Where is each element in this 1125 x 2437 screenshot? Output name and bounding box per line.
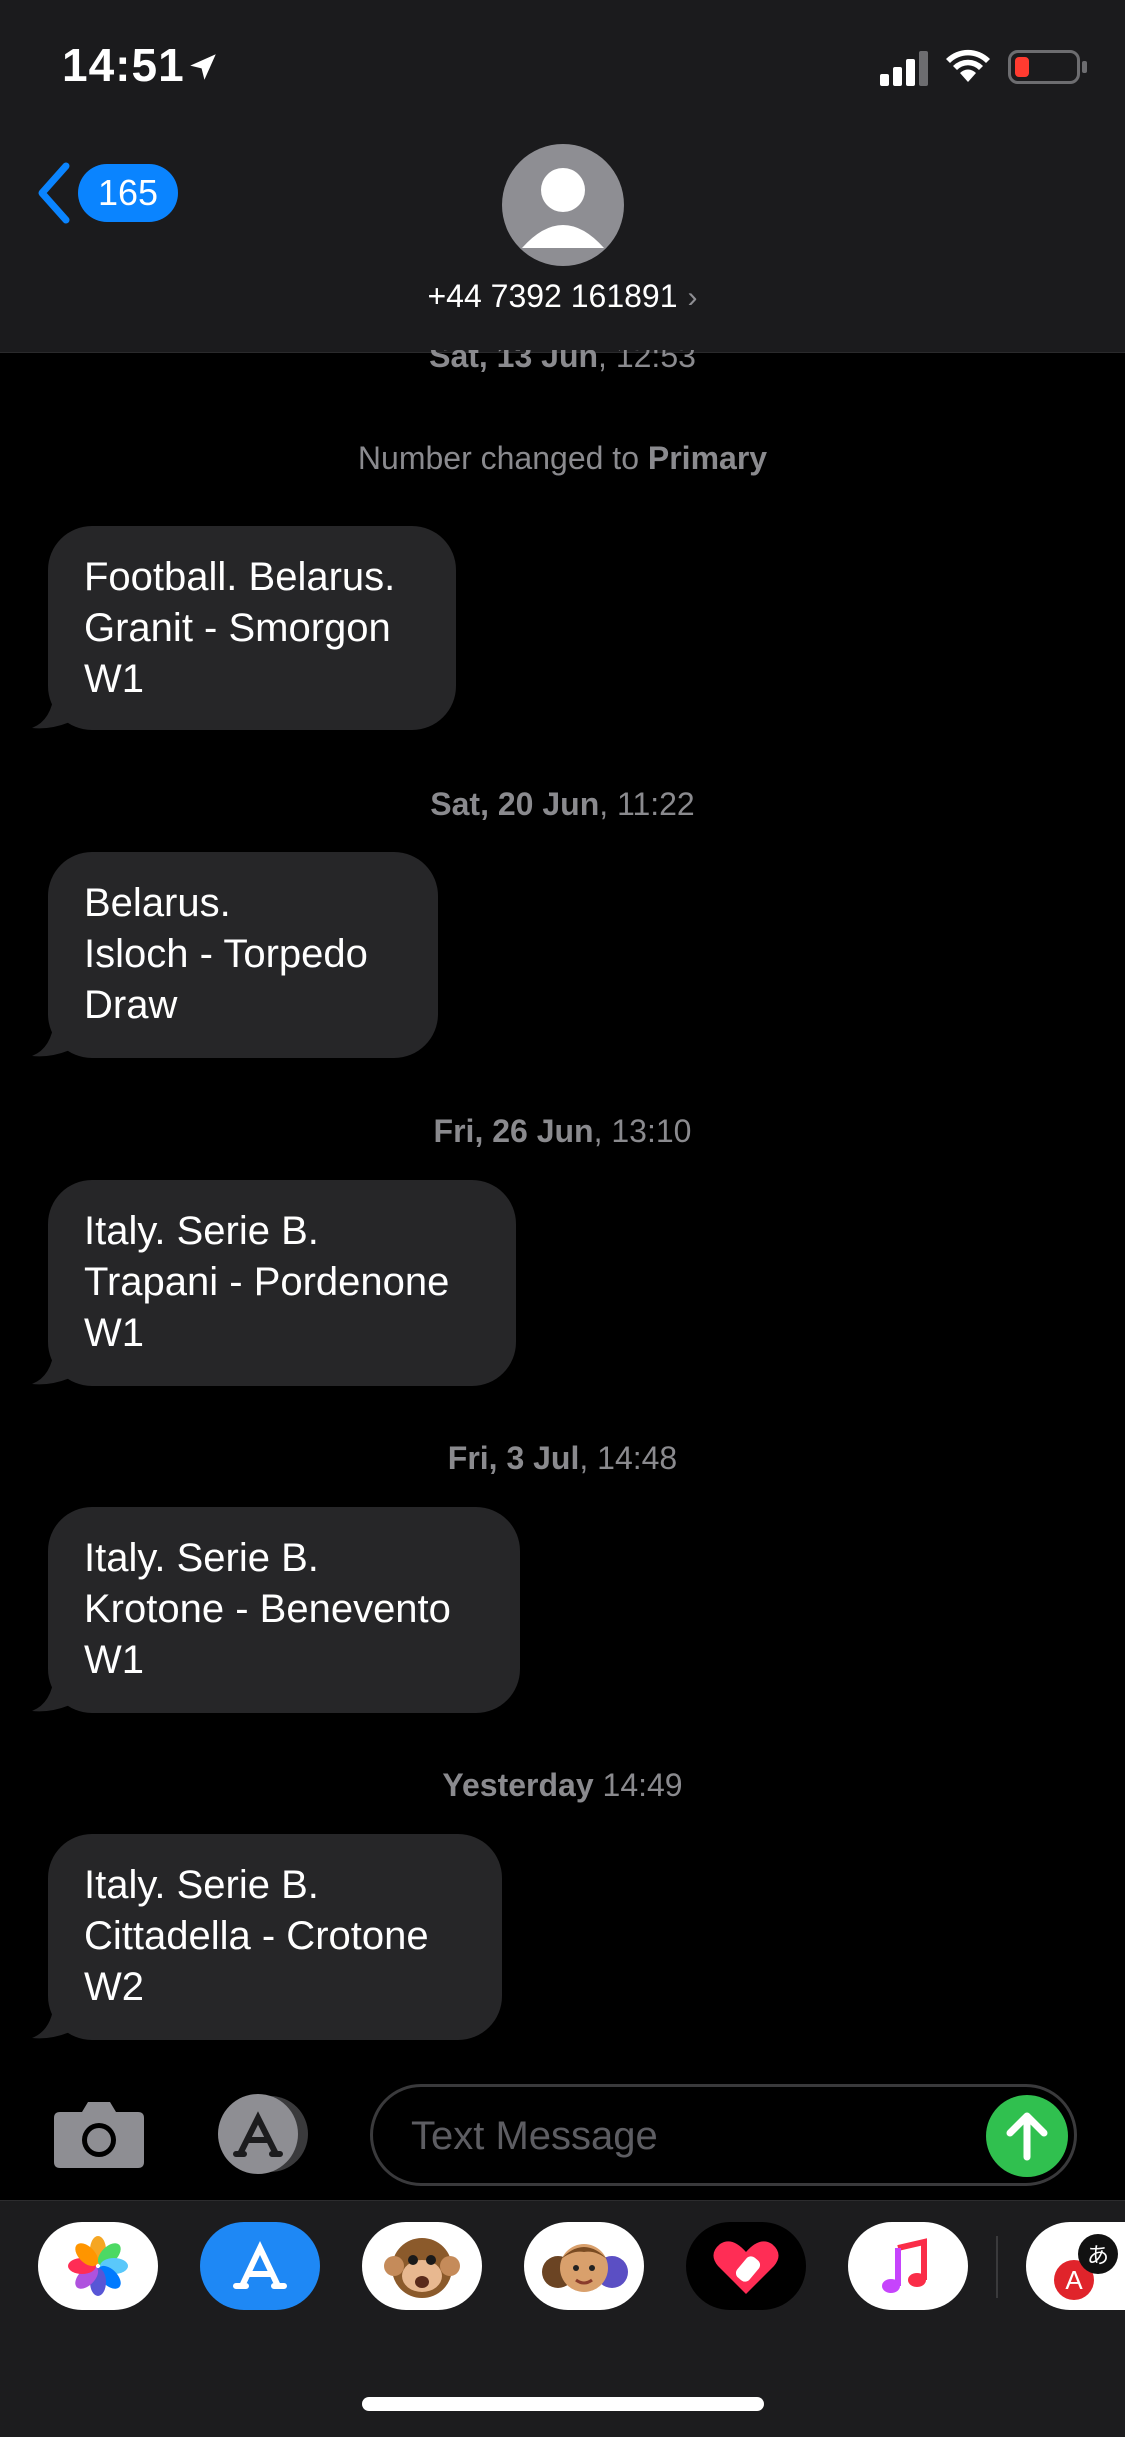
timestamp: Fri, 26 Jun, 13:10: [433, 1113, 692, 1149]
bubble-tail: [32, 1020, 70, 1057]
person-icon: [522, 168, 604, 248]
bubble-tail: [32, 1675, 70, 1712]
timestamp-day: Yesterday: [442, 1767, 594, 1803]
timestamp-day: Fri, 26 Jun: [433, 1113, 594, 1149]
contact-avatar[interactable]: [502, 144, 624, 266]
timestamp-day: Fri, 3 Jul: [447, 1440, 580, 1476]
wifi-icon: [946, 49, 990, 82]
svg-text:あ: あ: [1087, 2244, 1109, 2269]
camera-icon[interactable]: [52, 2098, 146, 2170]
battery-icon: [1008, 50, 1080, 84]
message-bubble[interactable]: Italy. Serie B. Cittadella - Crotone W2: [48, 1834, 502, 2040]
svg-text:A: A: [1065, 2265, 1083, 2295]
contact-number: +44 7392 161891: [427, 278, 678, 314]
message-bubble[interactable]: Football. Belarus. Granit - Smorgon W1: [48, 526, 456, 730]
memoji-icon[interactable]: [524, 2222, 644, 2310]
message-bubble[interactable]: Italy. Serie B. Trapani - Pordenone W1: [48, 1180, 516, 1386]
location-arrow-icon: [190, 54, 216, 80]
photos-app-icon[interactable]: [38, 2222, 158, 2310]
contact-title[interactable]: +44 7392 161891 ›: [0, 278, 1125, 315]
timestamp-time: 14:49: [602, 1767, 683, 1803]
chevron-right-icon: ›: [687, 281, 698, 314]
timestamp-time: 11:22: [617, 786, 695, 822]
unread-count-badge: 165: [78, 164, 179, 222]
back-button[interactable]: 165: [34, 160, 179, 226]
message-input-wrapper: [370, 2084, 1077, 2186]
chevron-left-icon: [38, 162, 70, 224]
message-bubble[interactable]: Italy. Serie B. Krotone - Benevento W1: [48, 1507, 520, 1713]
send-button[interactable]: [986, 2095, 1068, 2177]
message-bubble[interactable]: Belarus. Isloch - Torpedo Draw: [48, 852, 438, 1058]
animoji-icon[interactable]: [362, 2222, 482, 2310]
status-time: 14:51: [62, 39, 185, 91]
timestamp: Sat, 20 Jun, 11:22: [430, 786, 695, 822]
tray-divider: [996, 2236, 998, 2298]
bubble-tail: [32, 2002, 70, 2039]
system-notice-value: Primary: [647, 440, 768, 476]
arrow-up-icon: [1006, 2112, 1048, 2161]
app-store-apps-button[interactable]: [210, 2090, 310, 2178]
cellular-signal-icon: [880, 51, 928, 86]
message-input[interactable]: [409, 2105, 973, 2167]
timestamp-day: Sat, 20 Jun: [430, 786, 600, 822]
digital-touch-icon[interactable]: [686, 2222, 806, 2310]
timestamp-time: 13:10: [611, 1113, 692, 1149]
timestamp: Fri, 3 Jul, 14:48: [447, 1440, 678, 1476]
bubble-tail: [32, 692, 70, 729]
timestamp-time: 14:48: [597, 1440, 678, 1476]
timestamp: Yesterday 14:49: [0, 1767, 1125, 1804]
system-notice: Number changed to Primary: [0, 440, 1125, 477]
bubble-tail: [32, 1348, 70, 1385]
translate-icon[interactable]: A あ: [1026, 2222, 1125, 2310]
system-notice-prefix: Number changed to: [357, 440, 648, 476]
app-store-icon[interactable]: [200, 2222, 320, 2310]
music-icon[interactable]: [848, 2222, 968, 2310]
battery-cap: [1082, 61, 1087, 73]
home-indicator[interactable]: [362, 2397, 764, 2411]
